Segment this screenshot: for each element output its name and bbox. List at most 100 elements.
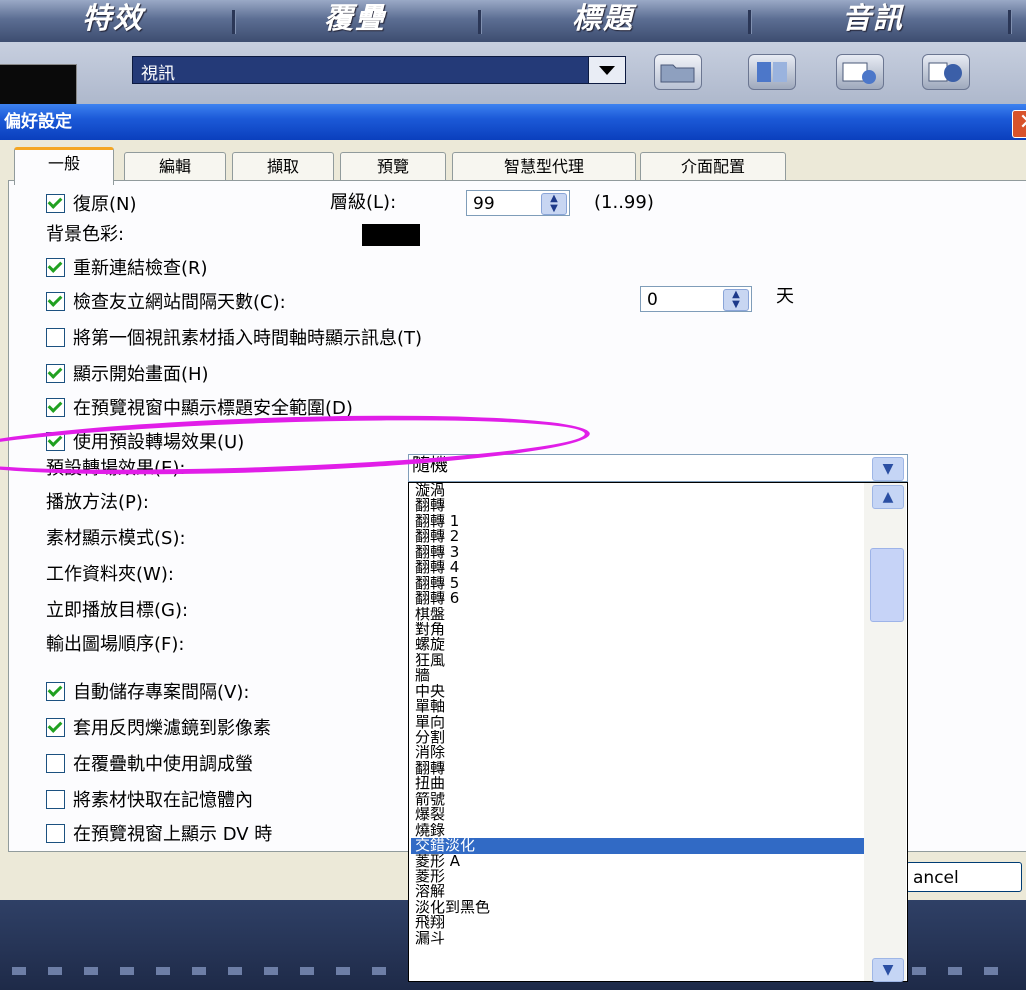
anti-flicker-checkbox[interactable] [46,717,65,737]
list-item[interactable]: 消除 [411,745,871,760]
show-msg-label: 將第一個視訊素材插入時間軸時顯示訊息(T) [73,328,423,349]
tab-capture[interactable]: 擷取 [232,152,334,181]
list-item[interactable]: 棋盤 [411,607,871,622]
relink-checkbox[interactable] [46,257,65,277]
undo-checkbox[interactable] [46,193,65,213]
transition-listbox[interactable]: 漩渦 翻轉 翻轉 1 翻轉 2 翻轉 3 翻轉 4 翻轉 5 翻轉 6 棋盤 對角 螺旋 狂風牆中央單… [408,482,908,982]
list-item[interactable]: 菱形 A [411,854,871,869]
show-dv-label: 在預覽視窗上顯示 DV 時 [73,824,273,845]
undo-label: 復原(N) [73,194,137,215]
list-item[interactable]: 燒錄 [411,823,871,838]
chevron-down-icon[interactable]: ▼ [872,457,904,481]
list-item[interactable]: 狂風 [411,653,871,668]
ruler-tick [48,967,62,975]
list-item[interactable]: 翻轉 2 [411,529,871,544]
list-item[interactable]: 菱形 [411,869,871,884]
library-options-icon[interactable] [836,54,884,90]
chevron-down-icon[interactable] [588,57,625,83]
list-item[interactable]: 對角 [411,622,871,637]
preview-thumbnail [0,64,77,106]
media-type-select[interactable]: 視訊 [132,56,626,84]
list-item[interactable]: 翻轉 1 [411,514,871,529]
check-website-checkbox[interactable] [46,291,65,311]
show-msg-first-video-option[interactable]: 將第一個視訊素材插入時間軸時顯示訊息(T) [46,324,422,350]
close-icon[interactable]: ✕ [1012,110,1026,138]
tab-general[interactable]: 一般 [14,147,114,185]
list-item[interactable]: 翻轉 5 [411,576,871,591]
tab-edit[interactable]: 編輯 [124,152,226,181]
tab-title[interactable]: 標題 [572,0,634,36]
list-item[interactable]: 螺旋 [411,637,871,652]
background-color-swatch[interactable] [362,224,420,246]
folder-icon[interactable] [654,54,702,90]
show-startup-option[interactable]: 顯示開始畫面(H) [46,360,209,386]
list-item[interactable]: 溶解 [411,884,871,899]
anti-flicker-option[interactable]: 套用反閃爍濾鏡到影像素 [46,714,271,740]
cache-clips-option[interactable]: 將素材快取在記憶體內 [46,786,253,812]
overlay-track-checkbox[interactable] [46,753,65,773]
undo-option[interactable]: 復原(N) [46,190,137,216]
tab-preview[interactable]: 預覽 [340,152,446,181]
cache-clips-checkbox[interactable] [46,789,65,809]
check-days-stepper[interactable]: 0 ▲ ▼ [640,286,752,312]
tab-overlay[interactable]: 覆疊 [324,0,386,36]
capture-icon[interactable] [922,54,970,90]
tab-effects[interactable]: 特效 [82,0,144,36]
ruler-tick [228,967,242,975]
list-item[interactable]: 翻轉 4 [411,560,871,575]
list-item[interactable]: 翻轉 [411,498,871,513]
list-item[interactable]: 中央 [411,684,871,699]
spin-arrows-icon[interactable]: ▲ ▼ [723,289,749,311]
clip-display-mode-label: 素材顯示模式(S): [46,528,186,549]
show-dv-checkbox[interactable] [46,823,65,843]
cancel-button[interactable]: ancel [906,862,1022,892]
ruler-tick [120,967,134,975]
list-item[interactable]: 飛翔 [411,915,871,930]
list-item[interactable]: 單向 [411,715,871,730]
list-item[interactable]: 扭曲 [411,776,871,791]
list-item[interactable]: 牆 [411,668,871,683]
list-item[interactable]: 交錯淡化 [411,838,871,854]
tab-separator [1008,10,1012,34]
overlay-track-label: 在覆疊軌中使用調成螢 [73,754,253,775]
relink-check-option[interactable]: 重新連結檢查(R) [46,254,208,280]
ruler-tick [264,967,278,975]
list-item[interactable]: 翻轉 3 [411,545,871,560]
media-type-value: 視訊 [141,64,175,84]
list-item[interactable]: 箭號 [411,792,871,807]
list-item[interactable]: 爆裂 [411,807,871,822]
default-transition-select[interactable] [408,454,908,482]
tab-smart-proxy[interactable]: 智慧型代理 [452,152,636,181]
chevron-down-icon[interactable]: ▼ [872,958,904,982]
show-dv-option[interactable]: 在預覽視窗上顯示 DV 時 [46,820,272,846]
list-item[interactable]: 漏斗 [411,931,871,946]
sort-icon[interactable] [748,54,796,90]
list-item[interactable]: 翻轉 6 [411,591,871,606]
show-msg-checkbox[interactable] [46,327,65,347]
chevron-up-icon[interactable]: ▲ [872,485,904,509]
spin-arrows-icon[interactable]: ▲ ▼ [541,193,567,215]
list-item[interactable]: 分割 [411,730,871,745]
autosave-option[interactable]: 自動儲存專案間隔(V): [46,678,249,704]
show-startup-label: 顯示開始畫面(H) [73,364,209,385]
dialog-titlebar [0,104,1026,140]
ruler-tick [372,967,386,975]
title-safe-checkbox[interactable] [46,397,65,417]
scroll-thumb[interactable] [870,548,904,622]
undo-levels-range: (1..99) [594,192,654,213]
check-website-option[interactable]: 檢查友立網站間隔天數(C): [46,288,286,314]
overlay-track-option[interactable]: 在覆疊軌中使用調成螢 [46,750,253,776]
autosave-checkbox[interactable] [46,681,65,701]
undo-levels-stepper[interactable]: 99 ▲ ▼ [466,190,570,216]
show-startup-checkbox[interactable] [46,363,65,383]
list-item[interactable]: 單軸 [411,699,871,714]
tab-audio[interactable]: 音訊 [842,0,904,36]
ruler-tick [12,967,26,975]
dialog-title: 偏好設定 [4,112,72,132]
tab-ui-layout[interactable]: 介面配置 [640,152,786,181]
list-item[interactable]: 翻轉 [411,761,871,776]
list-item[interactable]: 淡化到黑色 [411,900,871,915]
list-item[interactable]: 漩渦 [411,483,871,498]
days-unit: 天 [776,286,794,307]
autosave-label: 自動儲存專案間隔(V): [73,682,250,703]
